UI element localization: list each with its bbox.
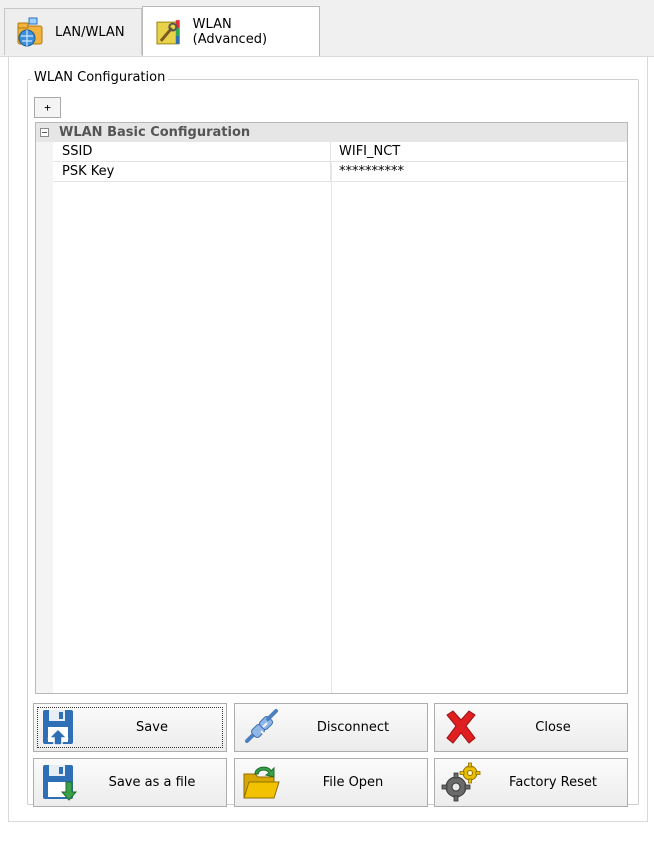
property-value[interactable]: ********** bbox=[331, 164, 404, 179]
save-as-file-button[interactable]: Save as a file bbox=[33, 758, 227, 807]
button-label: Save as a file bbox=[108, 775, 196, 790]
floppy-disk-icon bbox=[43, 710, 73, 746]
network-folder-icon bbox=[17, 17, 43, 47]
tab-strip: LAN/WLAN WLAN (Advanced) bbox=[0, 0, 654, 57]
button-label: Close bbox=[535, 720, 571, 735]
grid-column-divider bbox=[331, 163, 332, 693]
property-name: SSID bbox=[53, 142, 331, 161]
gears-icon bbox=[441, 762, 481, 802]
property-row-ssid[interactable]: SSID WIFI_NCT bbox=[53, 142, 627, 162]
tab-lan-wlan[interactable]: LAN/WLAN bbox=[4, 8, 142, 55]
file-open-button[interactable]: File Open bbox=[234, 758, 428, 807]
button-label: File Open bbox=[322, 775, 384, 790]
tab-label: WLAN (Advanced) bbox=[192, 16, 268, 47]
button-label: Disconnect bbox=[316, 720, 390, 735]
close-button[interactable]: Close bbox=[434, 703, 628, 752]
save-button[interactable]: Save bbox=[33, 703, 227, 752]
button-label: Save bbox=[136, 720, 168, 735]
category-row[interactable]: WLAN Basic Configuration bbox=[36, 123, 627, 142]
category-label: WLAN Basic Configuration bbox=[59, 125, 251, 140]
property-name: PSK Key bbox=[53, 162, 331, 181]
expand-all-button[interactable]: + bbox=[34, 97, 61, 118]
property-value[interactable]: WIFI_NCT bbox=[331, 144, 400, 159]
red-x-icon bbox=[446, 710, 476, 744]
factory-reset-button[interactable]: Factory Reset bbox=[434, 758, 628, 807]
disconnect-button[interactable]: Disconnect bbox=[234, 703, 428, 752]
open-folder-icon bbox=[243, 766, 280, 799]
button-label: Factory Reset bbox=[509, 775, 597, 790]
grid-margin bbox=[36, 123, 53, 693]
tab-label: LAN/WLAN bbox=[55, 24, 125, 40]
property-row-psk-key[interactable]: PSK Key ********** bbox=[53, 162, 627, 182]
plug-disconnect-icon bbox=[245, 709, 278, 743]
floppy-download-icon bbox=[43, 765, 78, 801]
collapse-icon[interactable] bbox=[36, 123, 53, 142]
tab-wlan-advanced[interactable]: WLAN (Advanced) bbox=[142, 6, 320, 56]
tools-icon bbox=[156, 19, 180, 44]
group-title: WLAN Configuration bbox=[31, 69, 169, 87]
property-grid: WLAN Basic Configuration SSID WIFI_NCT P… bbox=[35, 122, 628, 694]
